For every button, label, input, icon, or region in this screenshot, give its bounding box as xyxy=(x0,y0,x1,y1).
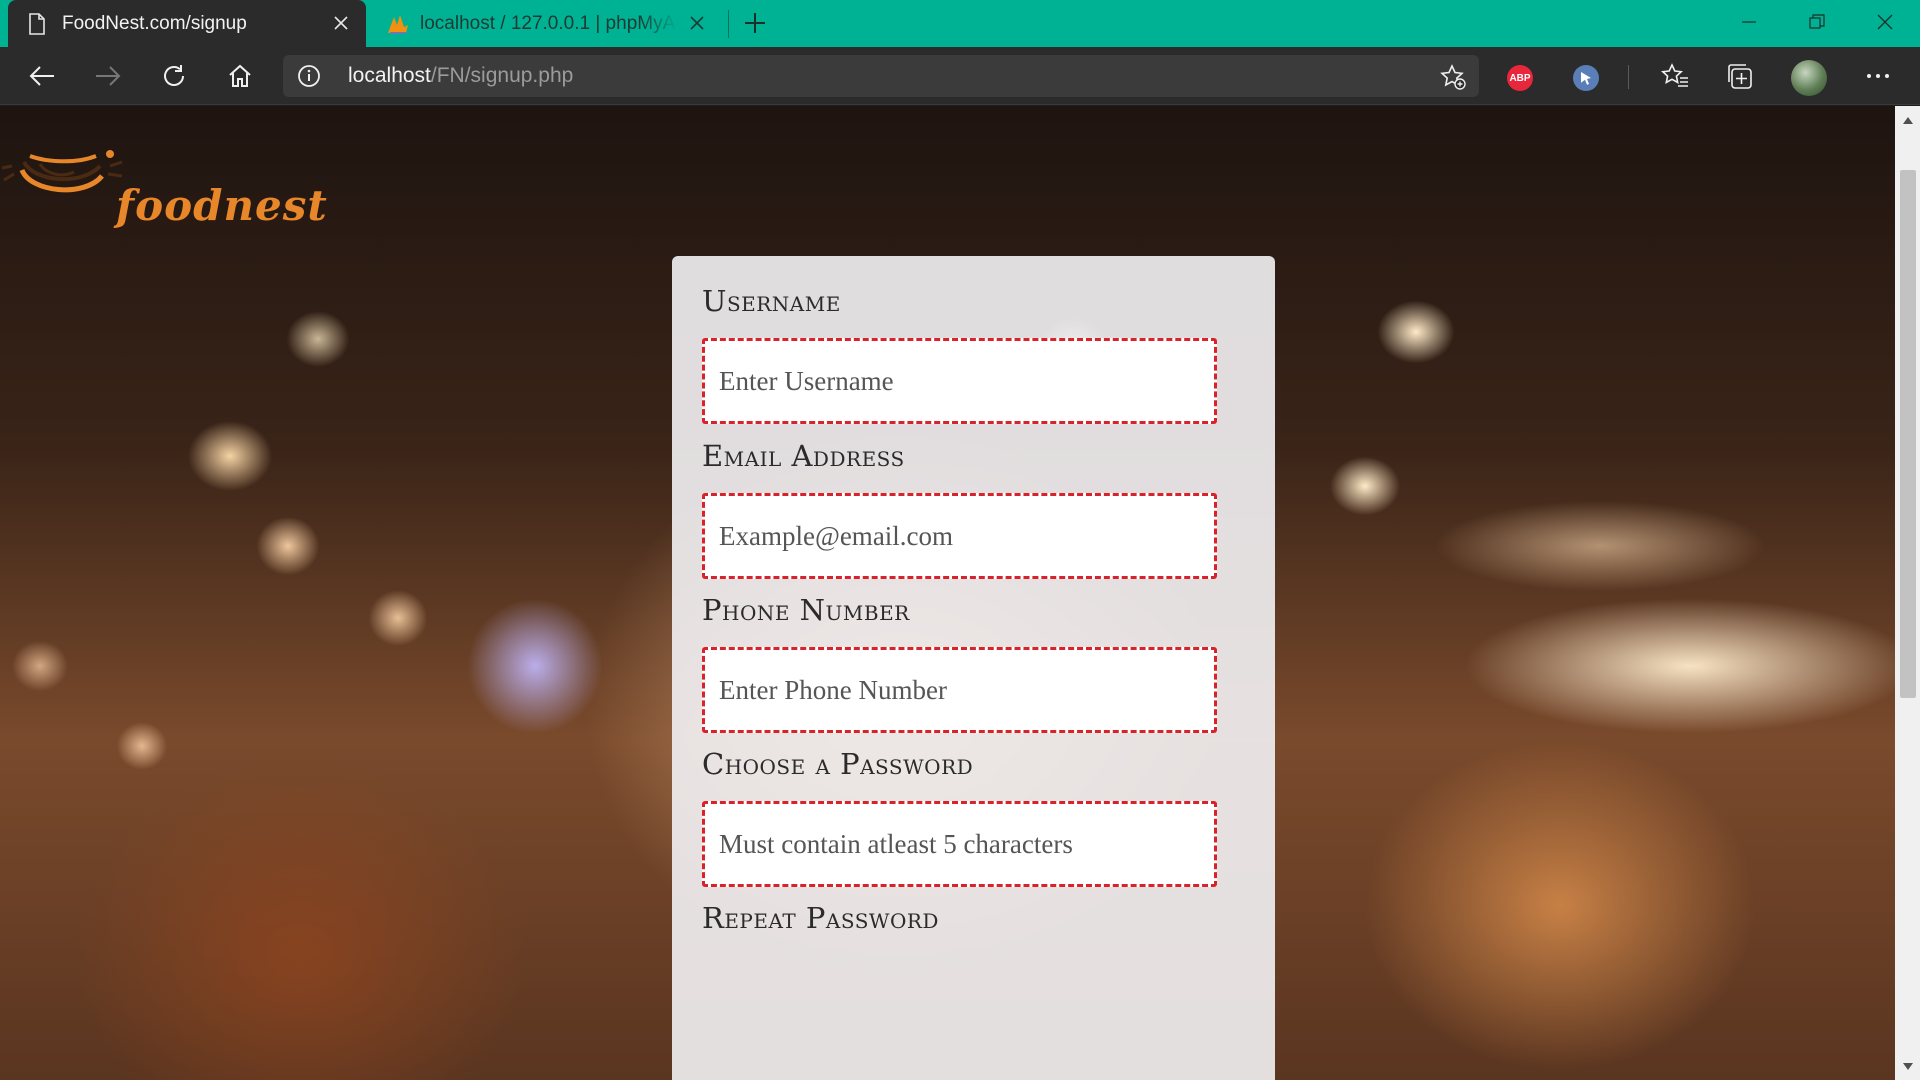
url-path: /FN/signup.php xyxy=(430,64,574,87)
username-label: Username xyxy=(702,284,841,318)
page-viewport: foodnest Username Email Address Phone Nu… xyxy=(0,106,1895,1080)
restore-icon xyxy=(1809,14,1825,29)
arrow-right-icon xyxy=(96,66,121,86)
home-icon xyxy=(229,64,251,87)
refresh-button[interactable] xyxy=(154,56,194,96)
url-text: localhost/FN/signup.php xyxy=(348,64,573,88)
email-label: Email Address xyxy=(702,439,905,473)
password-input[interactable] xyxy=(702,801,1217,887)
page-icon xyxy=(28,12,46,35)
address-bar[interactable]: localhost/FN/signup.php xyxy=(283,55,1479,97)
cursor-icon xyxy=(1581,72,1591,85)
signup-form: Username Email Address Phone Number Choo… xyxy=(672,256,1275,1080)
more-icon xyxy=(1867,74,1889,78)
info-icon[interactable] xyxy=(297,64,321,88)
browser-toolbar: localhost/FN/signup.php xyxy=(0,47,1920,105)
adblock-extension-button[interactable]: ABP xyxy=(1507,65,1533,91)
close-icon[interactable] xyxy=(686,12,708,34)
home-button[interactable] xyxy=(220,56,260,96)
tab-separator xyxy=(728,10,729,38)
collections-icon xyxy=(1728,64,1752,89)
favorites-button[interactable] xyxy=(1655,56,1695,96)
password-label: Choose a Password xyxy=(702,747,974,781)
username-input[interactable] xyxy=(702,338,1217,424)
restore-button[interactable] xyxy=(1783,0,1851,44)
collections-button[interactable] xyxy=(1720,56,1760,96)
email-input[interactable] xyxy=(702,493,1217,579)
close-window-button[interactable] xyxy=(1851,0,1919,44)
arrow-left-icon xyxy=(29,66,54,86)
plus-icon xyxy=(745,13,765,33)
repeat-password-label: Repeat Password xyxy=(702,901,939,935)
minimize-icon xyxy=(1742,21,1756,23)
page-scrollbar[interactable] xyxy=(1895,106,1920,1080)
toolbar-divider xyxy=(1628,65,1629,89)
triangle-down-icon xyxy=(1902,1062,1913,1070)
phone-label: Phone Number xyxy=(702,593,910,627)
tab-phpmyadmin[interactable]: localhost / 127.0.0.1 | phpMyAdmin xyxy=(372,0,722,47)
minimize-button[interactable] xyxy=(1715,0,1783,44)
nest-bowl-icon xyxy=(1,150,123,193)
abp-label: ABP xyxy=(1509,72,1531,84)
close-icon xyxy=(1877,14,1893,30)
favorites-list-icon xyxy=(1661,63,1688,87)
profile-avatar[interactable] xyxy=(1791,60,1827,96)
forward-button[interactable] xyxy=(88,56,128,96)
triangle-up-icon xyxy=(1902,116,1913,124)
url-host: localhost xyxy=(348,64,431,87)
scroll-thumb[interactable] xyxy=(1900,170,1916,698)
foodnest-logo[interactable]: foodnest xyxy=(0,136,327,230)
scroll-down-button[interactable] xyxy=(1895,1052,1920,1080)
logo-text: foodnest xyxy=(116,181,328,230)
phone-input[interactable] xyxy=(702,647,1217,733)
close-icon[interactable] xyxy=(330,12,352,34)
tab-strip: FoodNest.com/signup localhost / 127.0.0.… xyxy=(0,0,1920,47)
add-favorite-icon[interactable] xyxy=(1439,63,1467,91)
refresh-icon xyxy=(164,65,184,86)
tab-foodnest-signup[interactable]: FoodNest.com/signup xyxy=(8,0,366,47)
phpmyadmin-icon xyxy=(386,13,410,35)
settings-menu-button[interactable] xyxy=(1858,56,1898,96)
new-tab-button[interactable] xyxy=(740,8,770,38)
back-button[interactable] xyxy=(22,56,62,96)
tab-title: FoodNest.com/signup xyxy=(62,12,247,34)
scroll-up-button[interactable] xyxy=(1895,106,1920,134)
tab-title: localhost / 127.0.0.1 | phpMyAdmin xyxy=(420,12,678,34)
extension-button[interactable] xyxy=(1573,65,1599,91)
